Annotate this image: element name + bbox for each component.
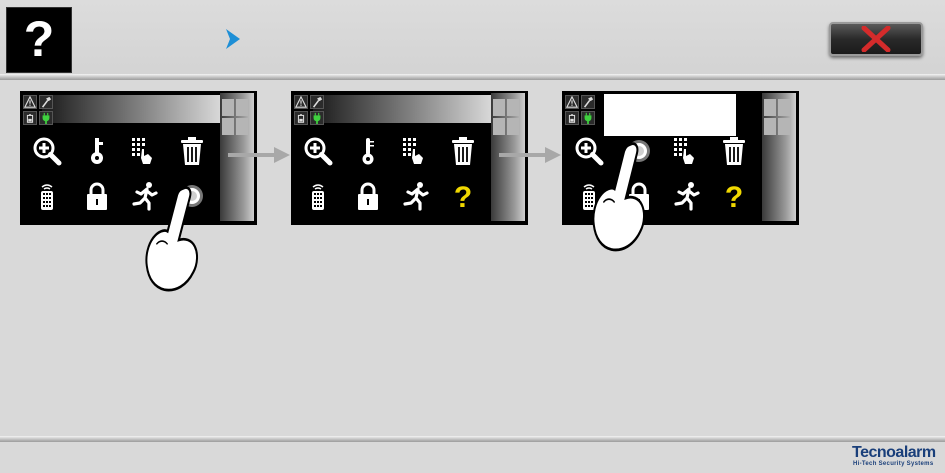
step-arrow-icon bbox=[228, 147, 290, 163]
screen-tile-grid bbox=[493, 99, 519, 135]
keypad-touch-icon[interactable] bbox=[401, 136, 431, 166]
help-label: ? bbox=[23, 11, 55, 67]
pointing-hand-icon bbox=[589, 142, 653, 254]
lock-icon[interactable] bbox=[82, 181, 112, 211]
battery-icon bbox=[23, 111, 37, 125]
tecnoalarm-logo: Tecnoalarm Hi-Tech Security Systems bbox=[852, 444, 940, 470]
hammer-icon bbox=[581, 95, 595, 109]
status-panel bbox=[565, 95, 595, 125]
screen-tile-grid bbox=[764, 99, 790, 135]
top-divider bbox=[0, 74, 945, 80]
close-x-icon bbox=[861, 26, 891, 52]
screen-tile-grid bbox=[222, 99, 248, 135]
running-man-icon[interactable] bbox=[672, 181, 702, 211]
screen-title-bar bbox=[604, 94, 736, 136]
help-button[interactable]: ? bbox=[6, 7, 72, 73]
trash-icon[interactable] bbox=[448, 136, 478, 166]
status-panel bbox=[23, 95, 53, 125]
logo-tagline: Hi-Tech Security Systems bbox=[853, 461, 934, 467]
status-panel bbox=[294, 95, 324, 125]
top-bar bbox=[0, 0, 945, 78]
warning-icon bbox=[23, 95, 37, 109]
pointing-hand-icon bbox=[142, 186, 206, 294]
keypad-screen-step-2 bbox=[291, 91, 528, 225]
battery-icon bbox=[565, 111, 579, 125]
trash-icon[interactable] bbox=[177, 136, 207, 166]
plug-icon bbox=[310, 111, 324, 125]
zoom-in-icon[interactable] bbox=[303, 136, 333, 166]
warning-icon bbox=[294, 95, 308, 109]
battery-icon bbox=[294, 111, 308, 125]
close-button[interactable] bbox=[829, 22, 923, 56]
help-question-icon[interactable] bbox=[719, 181, 749, 211]
remote-icon[interactable] bbox=[303, 181, 333, 211]
screen-title-bar bbox=[42, 95, 220, 123]
warning-icon bbox=[565, 95, 579, 109]
keypad-touch-icon[interactable] bbox=[672, 136, 702, 166]
trash-icon[interactable] bbox=[719, 136, 749, 166]
zoom-in-icon[interactable] bbox=[32, 136, 62, 166]
hammer-icon bbox=[39, 95, 53, 109]
help-question-icon[interactable] bbox=[448, 181, 478, 211]
lock-icon[interactable] bbox=[353, 181, 383, 211]
remote-icon[interactable] bbox=[32, 181, 62, 211]
hammer-icon bbox=[310, 95, 324, 109]
key-icon[interactable] bbox=[82, 136, 112, 166]
bottom-divider bbox=[0, 436, 945, 442]
plug-icon bbox=[581, 111, 595, 125]
keypad-screen-step-1 bbox=[20, 91, 257, 225]
logo-name: Tecnoalarm bbox=[852, 444, 936, 461]
keypad-touch-icon[interactable] bbox=[130, 136, 160, 166]
thermometer-icon[interactable] bbox=[353, 136, 383, 166]
running-man-icon[interactable] bbox=[401, 181, 431, 211]
chevron-right-icon bbox=[226, 29, 240, 49]
plug-icon bbox=[39, 111, 53, 125]
screen-title-bar bbox=[313, 95, 491, 123]
step-arrow-icon bbox=[499, 147, 561, 163]
